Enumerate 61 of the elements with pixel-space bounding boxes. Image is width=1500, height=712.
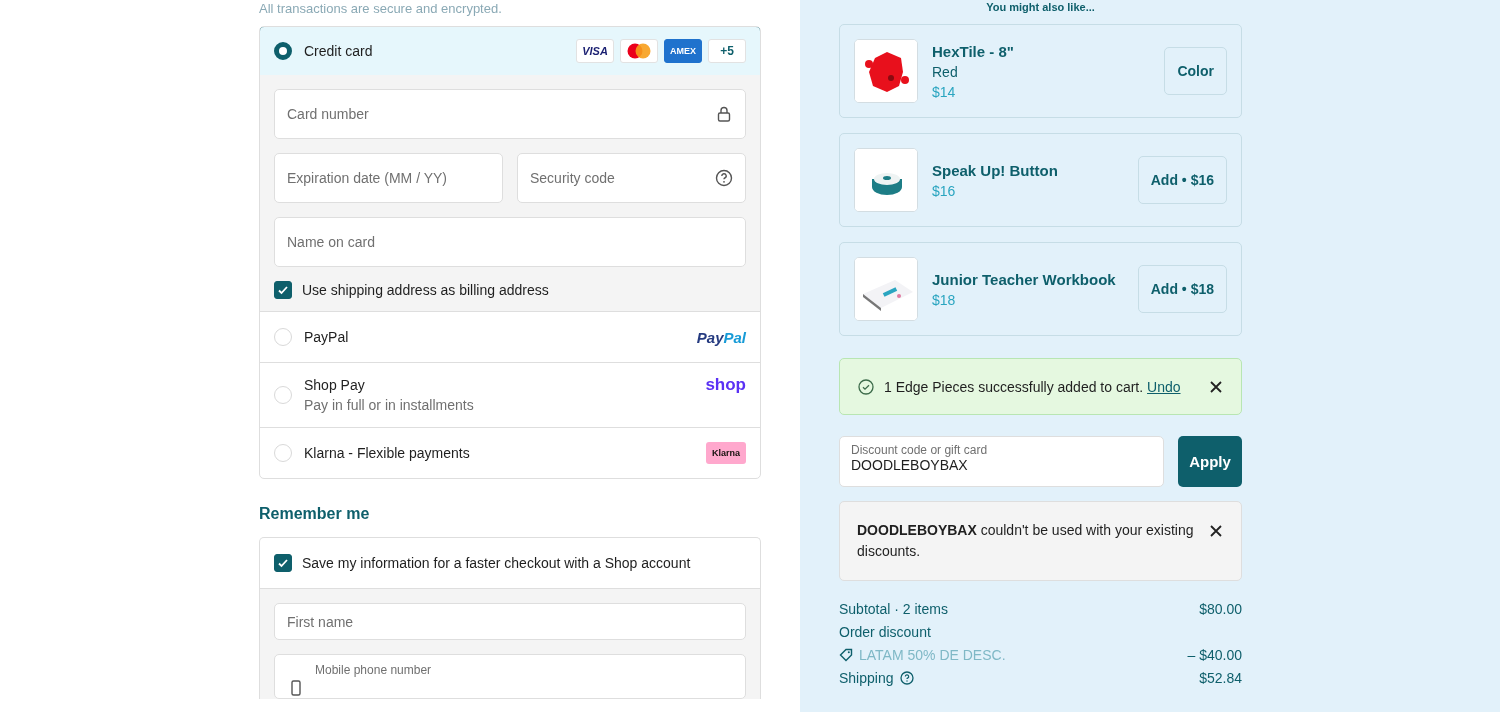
option-label: Shop Pay	[304, 377, 366, 393]
option-label: Credit card	[304, 43, 374, 59]
summary-value: $52.84	[1199, 670, 1242, 686]
product-price: $14	[932, 83, 957, 100]
option-label: PayPal	[304, 329, 350, 345]
summary-label: Shipping	[839, 670, 894, 686]
checkbox-label: Save my information for a faster checkout with a Shop account	[302, 555, 691, 571]
checkmark-icon	[277, 557, 289, 569]
close-icon[interactable]	[1209, 379, 1223, 394]
payment-option[interactable]: PayPal PayPal	[260, 312, 760, 362]
input-field[interactable]: Card number	[274, 89, 746, 139]
input-field[interactable]: Name on card	[274, 217, 746, 267]
input-field[interactable]: Mobile phone number	[274, 654, 746, 699]
section-heading: You might also like...	[985, 0, 1096, 14]
payment-option[interactable]: Klarna - Flexible payments Klarna	[260, 428, 760, 478]
klarna-logo: Klarna	[706, 442, 746, 464]
checkbox[interactable]	[274, 281, 292, 299]
checkmark-icon	[277, 284, 289, 296]
shop-pay-logo: shop	[705, 375, 746, 395]
security-note: All transactions are secure and encrypted.	[259, 0, 503, 16]
product-price: $18	[932, 291, 957, 308]
lock-icon	[715, 105, 733, 123]
summary-value: $80.00	[1199, 601, 1242, 617]
product-variant: Red	[932, 63, 959, 80]
summary-label: Order discount	[839, 624, 932, 640]
summary-value: – $40.00	[1187, 647, 1242, 663]
checkbox[interactable]	[274, 554, 292, 572]
option-label: Klarna - Flexible payments	[304, 445, 471, 461]
payment-option[interactable]: Shop Pay Pay in full or in installments shop	[260, 363, 760, 427]
product-price: $16	[932, 182, 957, 199]
section-heading: Remember me	[259, 505, 371, 523]
undo-link[interactable]: Undo	[1147, 378, 1181, 395]
product-name: Junior Teacher Workbook	[932, 270, 1117, 288]
add-button[interactable]: Add • $18	[1137, 265, 1227, 313]
radio-button[interactable]	[274, 42, 292, 60]
apply-button[interactable]: Apply	[1178, 436, 1242, 487]
notice-text: 1 Edge Pieces successfully added to cart. Undo	[884, 378, 1182, 395]
card-brand-logo: VISA	[576, 39, 614, 63]
discount-field[interactable]: Discount code or gift card DOODLEBOYBAX	[839, 436, 1164, 487]
input-field[interactable]: Security code	[517, 153, 746, 203]
payment-option[interactable]: Credit card VISA AMEX +5	[260, 27, 760, 76]
summary-label: LATAM 50% DE DESC.	[859, 647, 1007, 663]
product-name: HexTile - 8"	[932, 42, 1015, 60]
input-field[interactable]: Expiration date (MM / YY)	[274, 153, 503, 203]
help-icon[interactable]	[715, 169, 733, 187]
more-brands-badge: +5	[708, 39, 746, 63]
card-logo-icon	[620, 39, 658, 63]
option-sublabel: Pay in full or in installments	[304, 397, 475, 413]
error-text: DOODLEBOYBAX couldn't be used with your existing discounts.	[857, 521, 1195, 561]
checkbox-label: Use shipping address as billing address	[302, 282, 549, 298]
input-field[interactable]: First name	[274, 603, 746, 640]
close-icon[interactable]	[1209, 524, 1223, 538]
card-brand-logo: AMEX	[664, 39, 702, 63]
product-name: Speak Up! Button	[932, 161, 1059, 179]
check-circle-icon	[858, 378, 874, 395]
tag-icon	[839, 648, 853, 662]
summary-label: Subtotal · 2 items	[839, 601, 949, 617]
help-icon[interactable]	[899, 671, 914, 685]
add-button[interactable]: Color	[1164, 47, 1227, 95]
paypal-logo: PayPal	[696, 328, 746, 346]
add-button[interactable]: Add • $16	[1137, 156, 1227, 204]
